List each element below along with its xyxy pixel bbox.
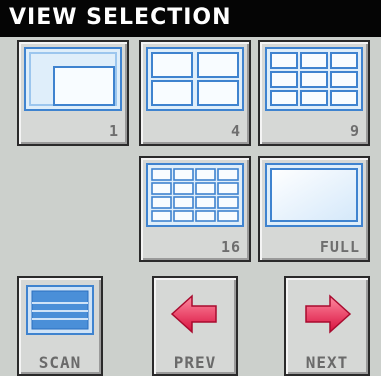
view-9-label: 9 bbox=[349, 122, 360, 140]
view-1-button[interactable]: 1 bbox=[17, 40, 129, 146]
view-16-button[interactable]: 16 bbox=[139, 156, 251, 262]
view-full-label: FULL bbox=[319, 238, 360, 256]
next-label: NEXT bbox=[305, 353, 349, 372]
scan-label: SCAN bbox=[38, 353, 82, 372]
view-full-button[interactable]: FULL bbox=[258, 156, 370, 262]
single-view-icon bbox=[24, 47, 122, 111]
view-9-button[interactable]: 9 bbox=[258, 40, 370, 146]
view-16-label: 16 bbox=[220, 238, 241, 256]
panel-title: VIEW SELECTION bbox=[9, 5, 232, 30]
view-4-label: 4 bbox=[230, 122, 241, 140]
next-button[interactable]: NEXT bbox=[284, 276, 370, 376]
view-4-button[interactable]: 4 bbox=[139, 40, 251, 146]
sixteen-view-icon bbox=[146, 163, 244, 227]
view-1-label: 1 bbox=[108, 122, 119, 140]
full-screen-icon bbox=[265, 163, 363, 227]
prev-button[interactable]: PREV bbox=[152, 276, 238, 376]
title-bar: VIEW SELECTION bbox=[0, 0, 381, 37]
scan-button[interactable]: SCAN bbox=[17, 276, 103, 376]
scan-icon bbox=[26, 285, 94, 335]
nine-view-icon bbox=[265, 47, 363, 111]
right-arrow-icon bbox=[305, 294, 352, 334]
prev-label: PREV bbox=[173, 353, 217, 372]
left-arrow-icon bbox=[170, 294, 217, 334]
quad-view-icon bbox=[146, 47, 244, 111]
